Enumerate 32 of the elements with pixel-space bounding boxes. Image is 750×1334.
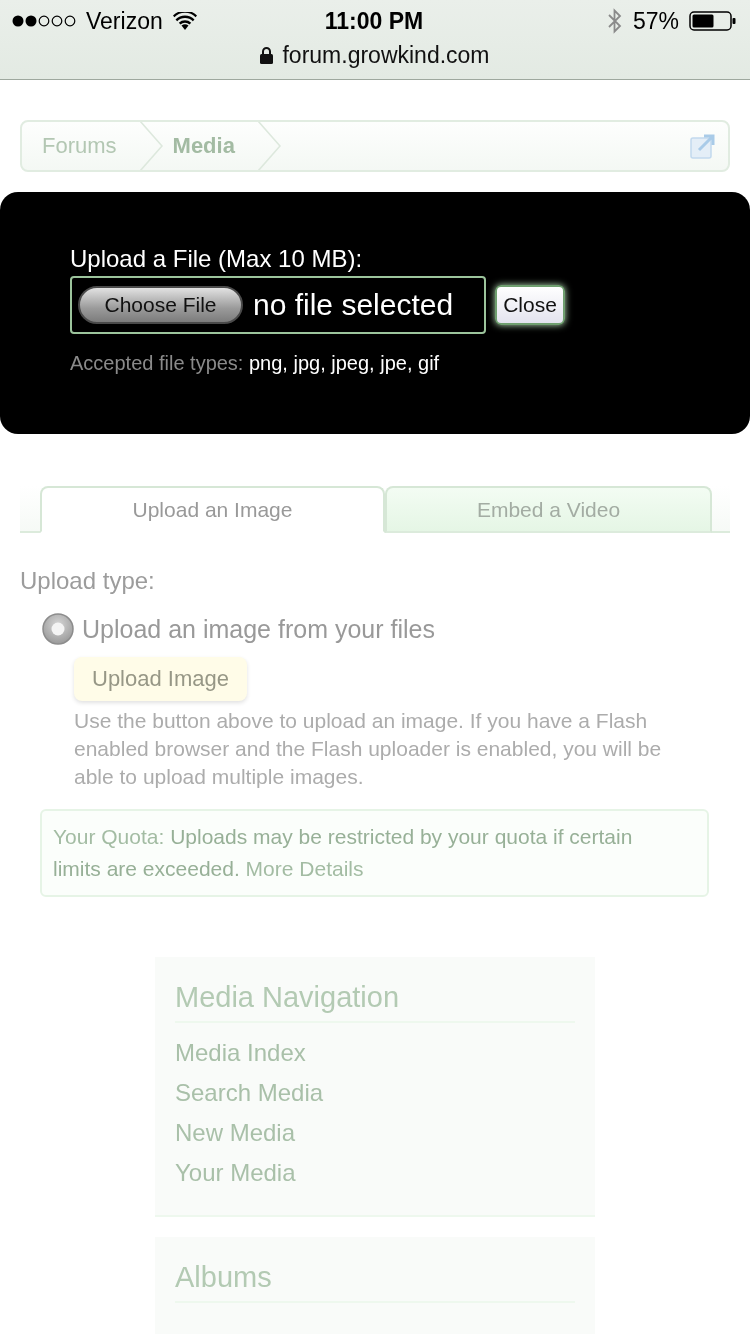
more-details-link[interactable]: More Details xyxy=(245,857,364,880)
breadcrumb-link[interactable]: Forums xyxy=(42,133,139,159)
status-time: 11:00 PM xyxy=(324,7,424,35)
upload-help-text: Use the button above to upload an image. If you have a Flash enabled browser and the Flash uploader is enabled, you will be able to upload multiple images. xyxy=(74,708,663,790)
sidebar-link[interactable]: Media Index xyxy=(175,1033,306,1073)
signal-strength-icon xyxy=(12,15,76,27)
block-title: Albums xyxy=(175,1255,575,1303)
url-text[interactable]: forum.growkind.com xyxy=(282,41,490,69)
block-title: Media Navigation xyxy=(175,975,575,1023)
file-status: no file selected xyxy=(253,288,454,322)
tab[interactable]: Upload an Image xyxy=(40,486,385,533)
quota-text: Your Quota: Uploads may be restricted by your quota if certain limits are exceeded. More Details xyxy=(53,824,634,882)
radio-button[interactable] xyxy=(42,613,74,645)
accepted-types-note: Accepted file types: png, jpg, jpeg, jpe, gif xyxy=(70,352,440,375)
sidebar-link[interactable]: New Media xyxy=(175,1113,296,1153)
close-button[interactable]: Close xyxy=(495,285,565,325)
choose-file-button[interactable]: Choose File xyxy=(78,286,243,324)
file-input[interactable]: Choose File no file selected xyxy=(70,276,486,334)
lock-icon xyxy=(260,46,274,64)
breadcrumb-link[interactable]: Media xyxy=(172,133,257,159)
upload-image-button[interactable]: Upload Image xyxy=(74,657,247,701)
sidebar-link[interactable]: Search Media xyxy=(175,1073,324,1113)
battery-icon xyxy=(689,11,736,31)
upload-title: Upload a File (Max 10 MB): xyxy=(70,244,363,274)
sidebar-link[interactable]: Your Media xyxy=(175,1153,296,1193)
bluetooth-icon xyxy=(606,8,623,34)
carrier-name: Verizon xyxy=(86,7,163,35)
radio-label[interactable]: Upload an image from your files xyxy=(82,614,435,644)
battery-percent: 57% xyxy=(632,7,679,35)
upload-type-label: Upload type: xyxy=(20,567,155,595)
tab[interactable]: Embed a Video xyxy=(385,486,712,533)
wifi-icon xyxy=(172,12,197,30)
